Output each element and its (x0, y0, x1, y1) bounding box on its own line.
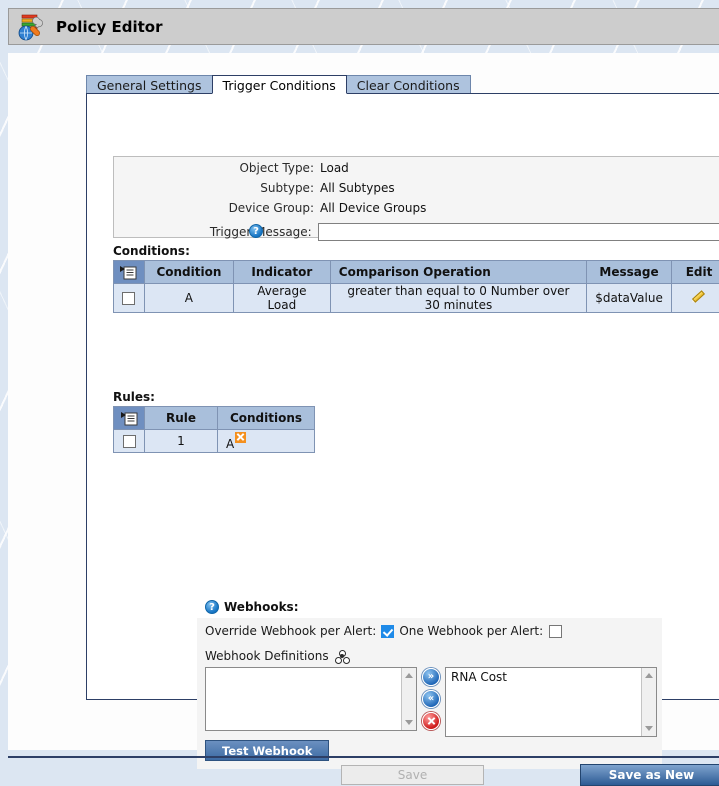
conditions-col-edit[interactable]: Edit (672, 261, 719, 284)
webhook-options-row: Override Webhook per Alert: One Webhook … (205, 624, 562, 638)
object-type-value: Load (320, 161, 349, 175)
conditions-header-row: Condition Indicator Comparison Operation… (114, 261, 719, 284)
scroll-down-icon[interactable] (645, 726, 653, 731)
condition-row-checkbox[interactable] (122, 292, 135, 305)
scroll-up-icon[interactable] (645, 673, 653, 678)
conditions-section-label: Conditions: (113, 244, 190, 258)
condition-row-checkbox-cell[interactable] (114, 284, 145, 313)
rules-col-conditions[interactable]: Conditions (218, 407, 315, 430)
window-title: Policy Editor (56, 18, 162, 36)
subtype-label: Subtype: (114, 181, 320, 195)
one-webhook-checkbox[interactable] (549, 625, 562, 638)
delete-x-icon[interactable] (422, 712, 440, 730)
condition-indicator: Average Load (233, 284, 330, 313)
tab-general-settings[interactable]: General Settings (86, 75, 213, 94)
remove-x-icon[interactable] (235, 432, 246, 443)
rules-header-row: Rule Conditions (114, 407, 315, 430)
list-item[interactable]: RNA Cost (446, 668, 656, 686)
rule-conditions-cell: A (218, 430, 315, 453)
help-icon[interactable]: ? (249, 224, 263, 238)
object-info-box: Object Type: Load Subtype: All Subtypes … (113, 156, 719, 238)
trigger-message-label: Trigger Message: (114, 225, 318, 239)
condition-comparison: greater than equal to 0 Number over 30 m… (330, 284, 586, 313)
window-titlebar: Policy Editor (8, 8, 719, 45)
object-type-label: Object Type: (114, 161, 320, 175)
policy-editor-icon (15, 12, 45, 42)
webhooks-section-header: ? Webhooks: (205, 600, 299, 614)
pencil-icon[interactable] (691, 289, 707, 305)
condition-letter: A (144, 284, 233, 313)
subtype-value: All Subtypes (320, 181, 395, 195)
save-button[interactable]: Save (341, 765, 484, 785)
webhooks-panel: Override Webhook per Alert: One Webhook … (197, 618, 662, 769)
double-chevron-left-icon[interactable]: « (422, 690, 440, 708)
tab-trigger-conditions[interactable]: Trigger Conditions (212, 75, 347, 94)
double-chevron-right-icon[interactable]: » (422, 668, 440, 686)
one-webhook-label: One Webhook per Alert: (399, 624, 543, 638)
device-group-label: Device Group: (114, 201, 320, 215)
conditions-select-all-header[interactable] (114, 261, 145, 284)
rule-row-checkbox-cell[interactable] (114, 430, 145, 453)
rules-col-rule[interactable]: Rule (145, 407, 218, 430)
trigger-message-row: ? Trigger Message: (114, 221, 719, 243)
override-webhook-checkbox[interactable] (381, 625, 394, 638)
selected-webhooks-listbox[interactable]: RNA Cost (445, 667, 657, 737)
trigger-message-input[interactable] (318, 223, 719, 241)
table-row[interactable]: 1 A (114, 430, 315, 453)
device-group-row: Device Group: All Device Groups (114, 199, 719, 217)
table-row[interactable]: A Average Load greater than equal to 0 N… (114, 284, 719, 313)
rule-condition-letter: A (226, 437, 234, 451)
editor-page: General Settings Trigger Conditions Clea… (8, 53, 719, 750)
footer-divider (8, 756, 719, 758)
selected-webhooks-scrollbar[interactable] (641, 668, 656, 736)
override-webhook-label: Override Webhook per Alert: (205, 624, 376, 638)
tab-bar: General Settings Trigger Conditions Clea… (86, 74, 470, 94)
webhook-definitions-label: Webhook Definitions (205, 649, 329, 663)
rules-section-label: Rules: (113, 390, 155, 404)
conditions-col-condition[interactable]: Condition (144, 261, 233, 284)
scroll-down-icon[interactable] (405, 720, 413, 725)
webhooks-section-label: Webhooks: (224, 600, 299, 614)
conditions-col-indicator[interactable]: Indicator (233, 261, 330, 284)
select-all-icon (121, 411, 138, 426)
webhook-transfer-buttons: » « (422, 668, 440, 730)
rule-number: 1 (145, 430, 218, 453)
select-all-icon (120, 265, 137, 280)
subtype-row: Subtype: All Subtypes (114, 179, 719, 197)
network-share-icon[interactable] (335, 650, 349, 663)
object-type-row: Object Type: Load (114, 159, 719, 177)
available-webhooks-scrollbar[interactable] (401, 668, 416, 730)
help-icon[interactable]: ? (205, 600, 219, 614)
save-as-new-button[interactable]: Save as New (580, 764, 719, 786)
rules-select-all-header[interactable] (114, 407, 145, 430)
available-webhooks-listbox[interactable] (205, 667, 417, 731)
condition-edit-cell[interactable] (672, 284, 719, 313)
conditions-col-message[interactable]: Message (587, 261, 672, 284)
scroll-up-icon[interactable] (405, 673, 413, 678)
webhook-definitions-row: Webhook Definitions (205, 649, 349, 663)
rule-row-checkbox[interactable] (123, 435, 136, 448)
device-group-value: All Device Groups (320, 201, 426, 215)
conditions-table: Condition Indicator Comparison Operation… (113, 260, 719, 313)
condition-message: $dataValue (587, 284, 672, 313)
tab-clear-conditions[interactable]: Clear Conditions (346, 75, 471, 94)
trigger-conditions-panel: Object Type: Load Subtype: All Subtypes … (86, 93, 719, 700)
conditions-col-comparison[interactable]: Comparison Operation (330, 261, 586, 284)
rules-table: Rule Conditions 1 A (113, 406, 315, 453)
